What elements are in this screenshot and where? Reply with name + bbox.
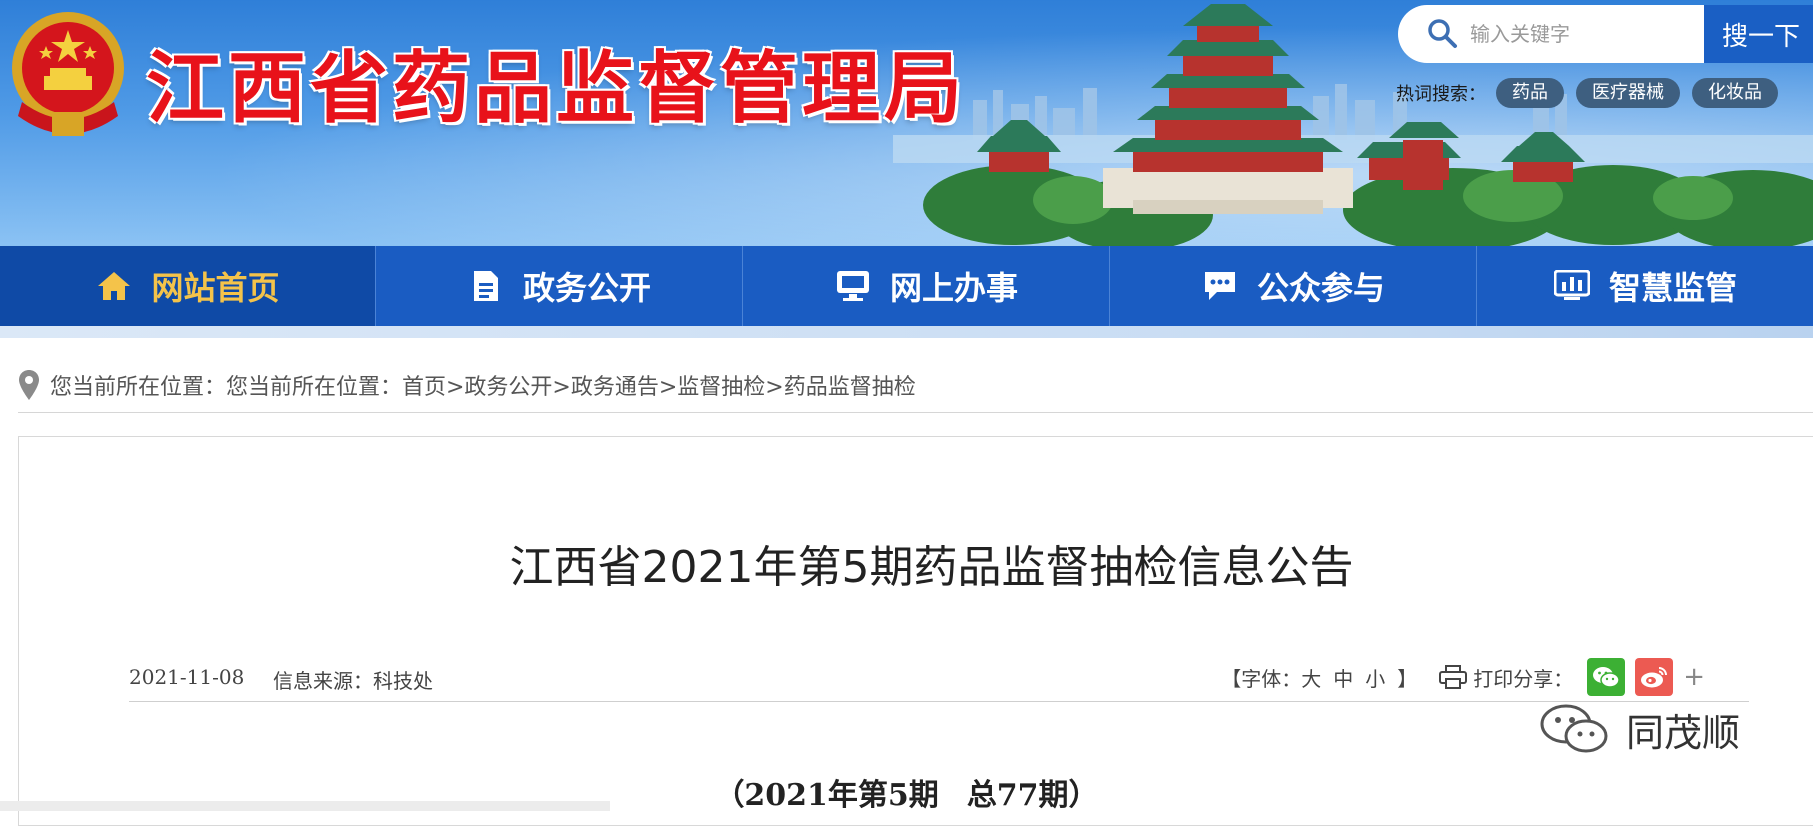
hotword-tag-devices[interactable]: 医疗器械 xyxy=(1576,78,1680,108)
font-label-open: 【字体： xyxy=(1221,666,1302,691)
nav-item-online-services[interactable]: 网上办事 xyxy=(743,246,1110,326)
search-input[interactable] xyxy=(1470,17,1690,51)
print-button[interactable]: 打印 xyxy=(1439,663,1513,692)
document-icon xyxy=(467,267,505,305)
wechat-icon xyxy=(1593,667,1620,688)
breadcrumb-text[interactable]: 您当前所在位置：您当前所在位置：首页>政务公开>政务通告>监督抽检>药品监督抽检 xyxy=(50,369,916,401)
publish-date: 2021-11-08 xyxy=(129,665,245,689)
nav-item-public-participation[interactable]: 公众参与 xyxy=(1110,246,1477,326)
article-meta: 2021-11-08 信息来源：科技处 【字体： 大 中 小 】 打印 分享： xyxy=(129,657,1749,697)
article-title: 江西省2021年第5期药品监督抽检信息公告 xyxy=(509,542,1354,593)
article-tools: 【字体： 大 中 小 】 打印 分享： + xyxy=(1221,657,1705,697)
header-banner: 江西省药品监督管理局 搜一下 热词搜索： 药品 医疗器械 化妆品 xyxy=(0,0,1813,248)
hotword-tag-drugs[interactable]: 药品 xyxy=(1496,78,1564,108)
issue-part1: （2021年第5期 xyxy=(714,778,939,813)
search-icon[interactable] xyxy=(1426,17,1458,49)
font-label-close: 】 xyxy=(1397,666,1418,691)
chat-icon xyxy=(1201,267,1239,305)
monitor-icon xyxy=(834,267,872,305)
font-small-link[interactable]: 小 xyxy=(1365,663,1385,692)
printer-icon xyxy=(1439,665,1468,689)
meta-divider xyxy=(129,701,1749,702)
bottom-scroll-strip xyxy=(0,801,610,811)
share-more-button[interactable]: + xyxy=(1683,662,1705,692)
nav-item-label: 政务公开 xyxy=(522,269,651,307)
font-large-link[interactable]: 大 xyxy=(1301,663,1321,692)
site-title: 江西省药品监督管理局 xyxy=(146,44,967,134)
print-label: 打印 xyxy=(1473,666,1514,691)
nav-item-label: 网站首页 xyxy=(151,269,280,307)
nav-item-home[interactable]: 网站首页 xyxy=(0,246,376,326)
hotwords-bar: 热词搜索： 药品 医疗器械 化妆品 xyxy=(1396,78,1790,108)
breadcrumb: 您当前所在位置：您当前所在位置：首页>政务公开>政务通告>监督抽检>药品监督抽检 xyxy=(18,368,916,402)
national-emblem-logo xyxy=(12,12,124,136)
weibo-icon xyxy=(1641,667,1668,688)
nav-item-label: 网上办事 xyxy=(889,269,1018,307)
chart-icon xyxy=(1553,267,1591,305)
wechat-outline-icon xyxy=(1540,704,1608,753)
home-icon xyxy=(95,267,133,305)
article-panel: 江西省2021年第5期药品监督抽检信息公告 2021-11-08 信息来源：科技… xyxy=(18,436,1813,826)
nav-item-smart-supervision[interactable]: 智慧监管 xyxy=(1477,246,1813,326)
search-box xyxy=(1398,5,1708,63)
font-size-control: 【字体： 大 中 小 】 xyxy=(1221,663,1417,692)
watermark-text: 同茂顺 xyxy=(1626,710,1741,755)
share-label: 分享： xyxy=(1513,666,1574,691)
location-pin-icon xyxy=(19,370,39,400)
nav-item-label: 智慧监管 xyxy=(1608,269,1737,307)
issue-part2: 总77期） xyxy=(966,778,1099,813)
nav-item-label: 公众参与 xyxy=(1256,269,1385,307)
nav-underlay xyxy=(0,326,1813,338)
share-weibo-button[interactable] xyxy=(1635,658,1674,696)
main-nav: 网站首页 政务公开 网上办事 公众参与 智慧监管 xyxy=(0,246,1813,326)
hotwords-label: 热词搜索： xyxy=(1396,84,1486,105)
search-button[interactable]: 搜一下 xyxy=(1704,5,1813,63)
font-medium-link[interactable]: 中 xyxy=(1333,663,1353,692)
wechat-watermark: 同茂顺 xyxy=(1536,700,1740,758)
hotword-tag-cosmetics[interactable]: 化妆品 xyxy=(1692,78,1778,108)
info-source: 信息来源：科技处 xyxy=(273,669,433,693)
share-wechat-button[interactable] xyxy=(1587,658,1626,696)
breadcrumb-divider xyxy=(18,412,1813,413)
nav-item-government-affairs[interactable]: 政务公开 xyxy=(376,246,743,326)
